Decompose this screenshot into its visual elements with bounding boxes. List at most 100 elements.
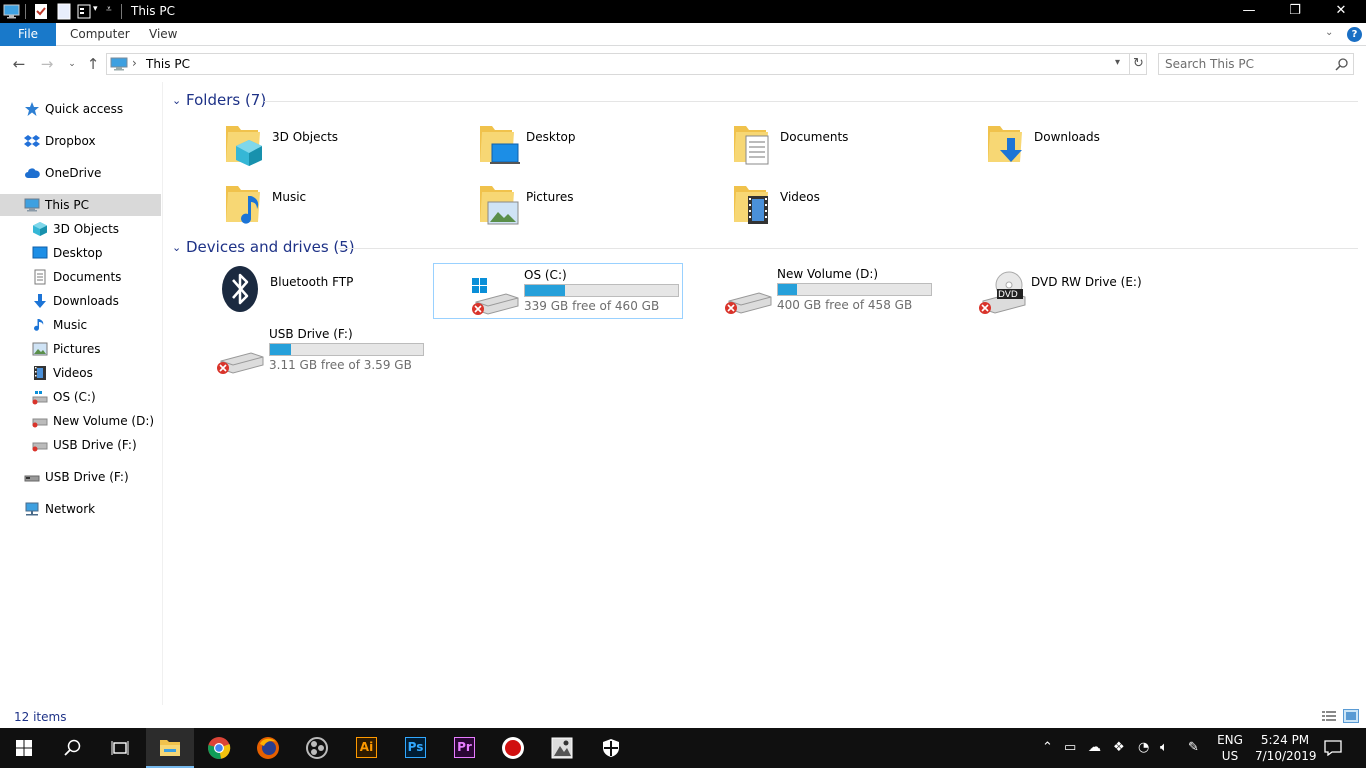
language-indicator[interactable]: ENG US [1216, 732, 1244, 764]
chevron-down-icon[interactable]: ⌄ [1325, 27, 1333, 38]
task-view-button[interactable] [96, 728, 144, 768]
refresh-icon[interactable]: ↻ [1129, 54, 1147, 74]
taskbar-photoshop[interactable]: Ps [391, 728, 439, 768]
sidebar-item-os-c[interactable]: OS (C:) [0, 386, 161, 408]
taskbar-image-app[interactable] [538, 728, 586, 768]
folder-downloads[interactable]: Downloads [982, 122, 1232, 178]
volume-icon[interactable]: 🔈︎ [1160, 740, 1168, 755]
window-title: This PC [131, 4, 175, 18]
taskbar-chrome[interactable] [195, 728, 243, 768]
restore-button[interactable]: ❐ [1272, 0, 1318, 23]
folder-3d-objects[interactable]: 3D Objects [220, 122, 470, 178]
drive-new-volume-d[interactable]: New Volume (D:) 400 GB free of 458 GB [687, 263, 937, 319]
start-button[interactable] [0, 728, 48, 768]
chevron-down-icon[interactable]: ▾ [1115, 57, 1120, 68]
taskbar-file-explorer[interactable] [146, 728, 194, 768]
computer-icon[interactable] [3, 3, 21, 20]
sidebar-item-music[interactable]: Music [0, 314, 161, 336]
details-view-icon[interactable] [1321, 709, 1337, 723]
network-icon [25, 502, 39, 516]
sidebar-item-usb-drive-f-root[interactable]: USB Drive (F:) [0, 466, 161, 488]
sidebar-item-this-pc[interactable]: This PC [0, 194, 161, 216]
taskbar: Ai Ps Pr ⌃ ▭ ☁ ❖ ◔ 🔈︎ ✎ ENG US 5:24 PM 7… [0, 728, 1366, 768]
sidebar-item-usb-drive-f[interactable]: USB Drive (F:) [0, 434, 161, 456]
taskbar-recorder[interactable] [489, 728, 537, 768]
group-divider [338, 248, 1358, 249]
search-input[interactable] [1165, 56, 1325, 72]
search-button[interactable] [48, 728, 96, 768]
folder-documents[interactable]: Documents [728, 122, 978, 178]
tab-computer[interactable]: Computer [70, 23, 130, 46]
tab-view[interactable]: View [149, 23, 177, 46]
task-view-icon [111, 741, 129, 755]
video-icon [34, 366, 46, 380]
breadcrumb-separator[interactable]: › [132, 56, 137, 70]
notification-icon[interactable] [1324, 740, 1342, 756]
tab-file[interactable]: File [0, 23, 56, 46]
large-icons-view-icon[interactable] [1343, 709, 1359, 723]
clock[interactable]: 5:24 PM 7/10/2019 [1255, 732, 1317, 764]
folder-videos[interactable]: Videos [728, 182, 978, 238]
record-icon [502, 737, 524, 759]
sidebar-item-new-volume-d[interactable]: New Volume (D:) [0, 410, 161, 432]
sidebar-item-3d-objects[interactable]: 3D Objects [0, 218, 161, 240]
bluetooth-icon [222, 266, 258, 312]
minimize-button[interactable]: — [1226, 0, 1272, 23]
sidebar-item-quick-access[interactable]: Quick access [0, 98, 161, 120]
taskbar-firefox[interactable] [244, 728, 292, 768]
usb-drive-icon [217, 352, 264, 374]
drive-icon [725, 292, 772, 314]
download-icon [34, 294, 46, 308]
drive-os-c[interactable]: OS (C:) 339 GB free of 460 GB [433, 263, 683, 319]
folder-pictures[interactable]: Pictures [474, 182, 724, 238]
pictures-icon [480, 186, 519, 225]
wifi-icon[interactable]: ◔ [1138, 740, 1149, 755]
cloud-icon[interactable]: ☁ [1088, 740, 1101, 755]
chevron-down-icon[interactable]: ⌄ [172, 94, 181, 107]
dropbox-icon[interactable]: ❖ [1113, 740, 1125, 755]
sidebar-item-pictures[interactable]: Pictures [0, 338, 161, 360]
sidebar-item-downloads[interactable]: Downloads [0, 290, 161, 312]
sidebar-item-network[interactable]: Network [0, 498, 161, 520]
taskbar-obs[interactable] [293, 728, 341, 768]
start-icon [16, 740, 32, 756]
properties-icon[interactable] [34, 3, 48, 20]
chevron-down-icon[interactable]: ⌄ [172, 241, 181, 254]
breadcrumb[interactable]: This PC [146, 57, 190, 71]
up-arrow-icon[interactable]: ↑ [84, 55, 102, 73]
back-arrow-icon[interactable]: ← [10, 55, 28, 73]
cube-icon [33, 222, 47, 236]
file-explorer-icon [160, 740, 180, 756]
battery-icon[interactable]: ▭ [1064, 740, 1076, 755]
usb-drive-icon [32, 442, 48, 452]
pen-icon[interactable]: ✎ [1188, 740, 1199, 755]
new-folder-icon[interactable] [57, 3, 71, 20]
recent-locations-icon[interactable]: ⌄ [63, 55, 81, 73]
sidebar-item-documents[interactable]: Documents [0, 266, 161, 288]
forward-arrow-icon[interactable]: → [38, 55, 56, 73]
show-hidden-icons-icon[interactable]: ⌃ [1042, 740, 1053, 755]
taskbar-illustrator[interactable]: Ai [342, 728, 390, 768]
taskbar-security[interactable] [587, 728, 635, 768]
folder-desktop[interactable]: Desktop [474, 122, 724, 178]
folder-music[interactable]: Music [220, 182, 470, 238]
sidebar-item-onedrive[interactable]: OneDrive [0, 162, 161, 184]
content-pane: ⌄ Folders (7) 3D Objects Desktop Documen… [164, 82, 1366, 705]
sidebar-item-dropbox[interactable]: Dropbox [0, 130, 161, 152]
search-icon[interactable] [1335, 57, 1349, 71]
chevron-down-icon[interactable]: ▾ [93, 4, 98, 14]
help-button[interactable]: ? [1347, 27, 1362, 42]
status-bar: 12 items [0, 705, 1366, 728]
sidebar-item-desktop[interactable]: Desktop [0, 242, 161, 264]
sidebar-item-videos[interactable]: Videos [0, 362, 161, 384]
close-button[interactable]: ✕ [1318, 0, 1364, 23]
drive-usage-bar [777, 283, 932, 296]
music-icon [34, 319, 44, 331]
drive-usb-f[interactable]: USB Drive (F:) 3.11 GB free of 3.59 GB [179, 323, 429, 379]
quick-access-dropdown-icon[interactable]: ⩡ [106, 4, 112, 15]
customize-icon[interactable] [77, 3, 91, 20]
taskbar-premiere[interactable]: Pr [440, 728, 488, 768]
drive-dvd-rw-e[interactable]: DVD DVD RW Drive (E:) [941, 263, 1191, 319]
search-box[interactable] [1158, 53, 1354, 75]
address-bar[interactable]: › This PC ▾ ↻ [106, 53, 1147, 75]
